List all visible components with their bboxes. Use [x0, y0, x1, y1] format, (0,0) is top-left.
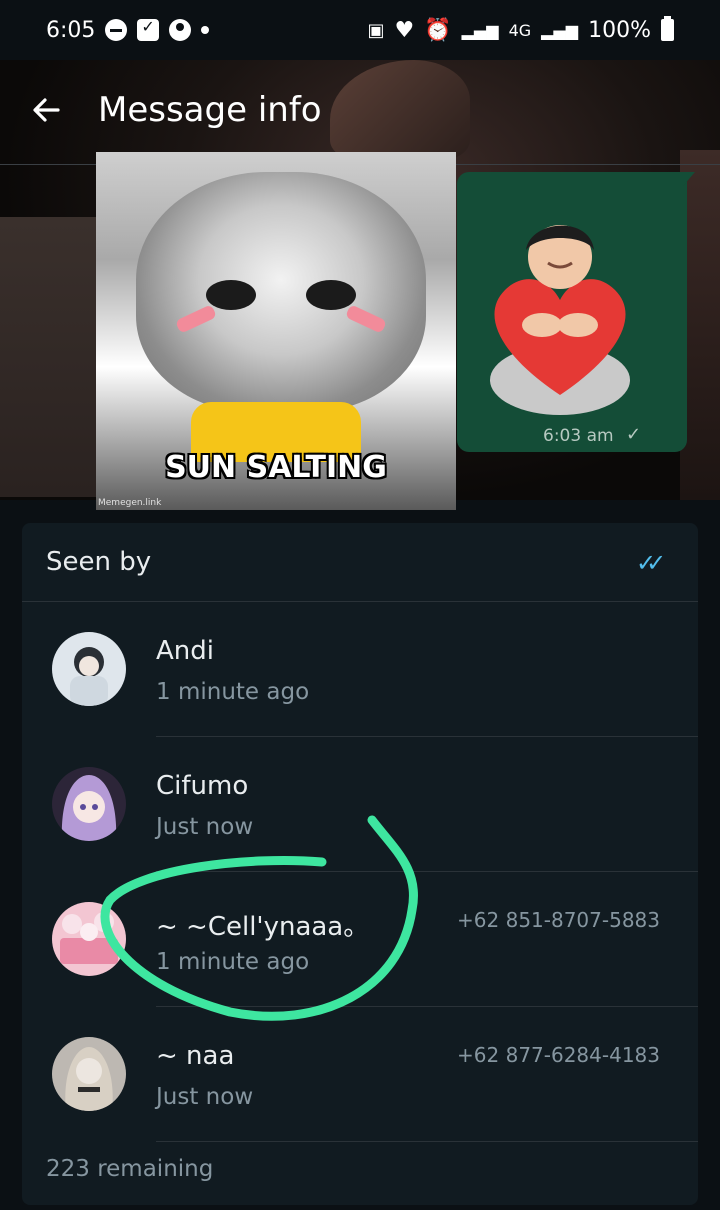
reader-name: ~ ~Cell'ynaaa。 — [156, 912, 370, 942]
battery-percent: 100% — [588, 17, 651, 43]
double-check-icon: ✓✓ — [636, 549, 666, 577]
status-time: 6:05 — [46, 17, 96, 43]
reader-time: 1 minute ago — [156, 679, 310, 705]
reader-time: Just now — [156, 814, 254, 840]
divider — [156, 1141, 698, 1142]
status-bar: 6:05 ▣ ♥ ⏰ ▂▄▆ 4G ▂▄▆ 100% — [0, 0, 720, 60]
reader-row[interactable]: ~ naa Just now +62 877-6284-4183 — [22, 1007, 698, 1142]
alarm-icon: ⏰ — [424, 17, 452, 43]
meme-sticker[interactable]: SUN SALTING Memegen.link — [96, 152, 456, 510]
arrow-left-icon[interactable] — [30, 94, 62, 126]
signal-icon: ▂▄▆ — [461, 20, 499, 40]
cat-eye-left — [206, 280, 256, 310]
reader-phone: +62 877-6284-4183 — [457, 1043, 660, 1067]
reader-name: Cifumo — [156, 771, 249, 801]
seen-by-panel: Seen by ✓✓ Andi 1 minute ago Cifumo Just… — [22, 523, 698, 1205]
meme-watermark: Memegen.link — [98, 498, 162, 508]
bubble-tail — [683, 172, 695, 186]
network-type: 4G — [508, 20, 532, 40]
task-check-icon — [137, 17, 160, 41]
seen-by-title: Seen by — [46, 547, 152, 577]
account-icon — [169, 19, 192, 41]
avatar[interactable] — [52, 632, 126, 706]
heart-icon: ♥ — [394, 17, 415, 43]
avatar[interactable] — [52, 902, 126, 976]
sent-tick-icon: ✓ — [626, 424, 642, 445]
app-header: Message info — [0, 60, 720, 164]
reader-row[interactable]: Andi 1 minute ago — [22, 602, 698, 737]
reader-phone: +62 851-8707-5883 — [457, 908, 660, 932]
reader-row[interactable]: ~ ~Cell'ynaaa。 1 minute ago +62 851-8707… — [22, 872, 698, 1007]
seen-by-header: Seen by ✓✓ — [22, 523, 698, 601]
reader-row[interactable]: Cifumo Just now — [22, 737, 698, 872]
cat-eye-right — [306, 280, 356, 310]
do-not-disturb-icon — [105, 19, 128, 41]
reader-name: ~ naa — [156, 1041, 235, 1071]
avatar[interactable] — [52, 767, 126, 841]
remaining-count[interactable]: 223 remaining — [46, 1156, 213, 1182]
cat-head — [136, 172, 426, 412]
reader-name: Andi — [156, 636, 214, 666]
notification-dot-icon — [201, 26, 210, 34]
meme-caption: SUN SALTING — [165, 450, 387, 485]
wallpaper-image-left — [0, 217, 96, 497]
reader-time: 1 minute ago — [156, 949, 310, 975]
battery-saver-icon: ▣ — [367, 19, 385, 41]
signal-icon-2: ▂▄▆ — [541, 20, 579, 40]
reader-time: Just now — [156, 1084, 254, 1110]
message-time: 6:03 am — [543, 426, 614, 446]
avatar[interactable] — [52, 1037, 126, 1111]
battery-icon — [661, 16, 674, 41]
page-title: Message info — [98, 90, 322, 130]
heart-hug-sticker — [490, 225, 630, 415]
